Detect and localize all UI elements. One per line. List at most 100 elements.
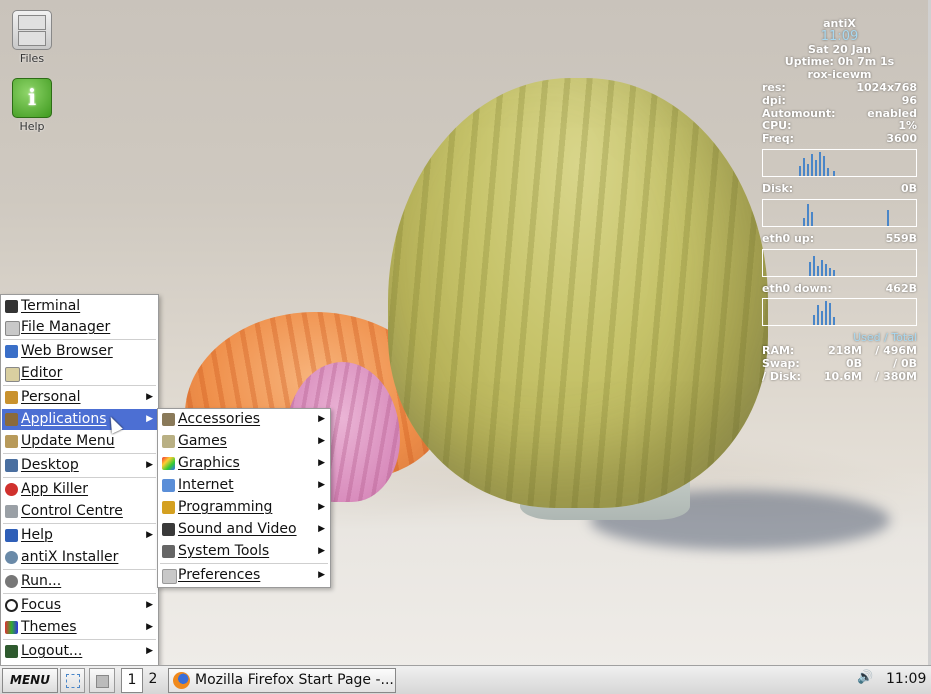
mem-key: Swap: (762, 356, 800, 370)
cpu-graph (762, 148, 917, 177)
desktop-icon-label: Files (19, 52, 45, 65)
menu-item-label: System Tools (178, 543, 270, 559)
submenu-arrow-icon: ▶ (146, 600, 153, 610)
menu-item-label: Internet (178, 477, 234, 493)
volume-icon[interactable]: 🔊 (857, 670, 873, 685)
submenu-arrow-icon: ▶ (318, 458, 325, 468)
menu-button[interactable]: MENU (2, 668, 58, 693)
workspace-1-button[interactable]: 1 (121, 668, 143, 693)
submenu-item-sound-and-video[interactable]: Sound and Video ▶ (159, 519, 329, 540)
preferences-icon (162, 569, 177, 584)
menu-separator (3, 593, 156, 594)
graph-bar (833, 170, 835, 176)
stat-value: 559B (885, 231, 917, 245)
menu-item-label: Personal (21, 389, 81, 405)
menu-item-editor[interactable]: Editor (2, 363, 157, 384)
taskbar-task-firefox[interactable]: Mozilla Firefox Start Page -... (168, 668, 396, 693)
task-title: Mozilla Firefox Start Page -... (195, 672, 394, 688)
menu-item-antix-installer[interactable]: antiX Installer (2, 547, 157, 568)
menu-item-file-manager[interactable]: File Manager (2, 317, 157, 338)
submenu-item-internet[interactable]: Internet ▶ (159, 475, 329, 496)
mem-used: 10.6M (823, 369, 862, 383)
menu-item-label: Run... (21, 573, 62, 589)
submenu-arrow-icon: ▶ (318, 570, 325, 580)
eth-up-graph (762, 248, 917, 277)
taskbar-clock[interactable]: 11:09 (886, 668, 926, 691)
graph-bar (825, 263, 827, 276)
menu-item-control-centre[interactable]: Control Centre (2, 501, 157, 522)
menu-separator (3, 523, 156, 524)
graph-bar (887, 209, 889, 226)
menu-item-update-menu[interactable]: Update Menu (2, 431, 157, 452)
mem-total: / 0B (893, 356, 917, 370)
menu-item-themes[interactable]: Themes ▶ (2, 617, 157, 638)
submenu-arrow-icon: ▶ (146, 622, 153, 632)
submenu-item-games[interactable]: Games ▶ (159, 431, 329, 452)
desktop-icon-files[interactable]: Files (6, 10, 58, 65)
editor-icon (5, 367, 20, 382)
conky-disk-row: Disk: 0B (762, 182, 917, 196)
system-tray: 🔊 11:09 (852, 668, 930, 691)
yellow-shell (388, 78, 768, 508)
graph-bar (813, 255, 815, 276)
graph-bar (811, 153, 813, 176)
window-list-button[interactable] (89, 668, 115, 693)
graph-bar (799, 165, 801, 176)
submenu-arrow-icon: ▶ (146, 646, 153, 656)
mem-used: 0B (845, 356, 862, 370)
graph-bar (803, 217, 805, 226)
firefox-icon (173, 672, 190, 689)
graph-bar (821, 259, 823, 276)
menu-separator (3, 453, 156, 454)
submenu-arrow-icon: ▶ (318, 524, 325, 534)
submenu-item-programming[interactable]: Programming ▶ (159, 497, 329, 518)
stat-value: 1024x768 (856, 80, 917, 94)
submenu-item-accessories[interactable]: Accessories ▶ (159, 409, 329, 430)
show-desktop-button[interactable] (60, 668, 85, 693)
menu-item-label: Desktop (21, 457, 79, 473)
menu-item-app-killer[interactable]: App Killer (2, 479, 157, 500)
personal-icon (5, 391, 18, 404)
menu-item-label: Web Browser (21, 343, 113, 359)
system-tools-icon (162, 545, 175, 558)
graph-bar (809, 261, 811, 276)
submenu-arrow-icon: ▶ (318, 414, 325, 424)
menu-item-terminal[interactable]: Terminal (2, 296, 157, 317)
graph-bar (823, 155, 825, 176)
submenu-item-graphics[interactable]: Graphics ▶ (159, 453, 329, 474)
menu-item-personal[interactable]: Personal ▶ (2, 387, 157, 408)
menu-item-help[interactable]: Help ▶ (2, 525, 157, 546)
menu-item-desktop[interactable]: Desktop ▶ (2, 455, 157, 476)
stat-key: eth0 down: (762, 281, 832, 295)
file-cabinet-icon (12, 10, 52, 50)
menu-item-focus[interactable]: Focus ▶ (2, 595, 157, 616)
desktop-icon-help[interactable]: i Help (6, 78, 58, 133)
menu-item-applications[interactable]: Applications ▶ (2, 409, 157, 430)
menu-item-label: Applications (21, 411, 107, 427)
workspace-2-button[interactable]: 2 (143, 668, 163, 691)
control-centre-icon (5, 505, 18, 518)
menu-item-label: Logout... (21, 643, 83, 659)
menu-item-label: Terminal (21, 298, 81, 314)
menu-item-logout[interactable]: Logout... ▶ (2, 641, 157, 662)
applications-submenu: Accessories ▶ Games ▶ Graphics ▶ Interne… (157, 408, 331, 588)
graphics-icon (162, 457, 175, 470)
games-icon (162, 435, 175, 448)
menu-item-label: Focus (21, 597, 61, 613)
graph-bar (829, 267, 831, 276)
mem-total: / 380M (875, 369, 917, 383)
conky-eth-up-row: eth0 up: 559B (762, 231, 917, 246)
themes-icon (5, 621, 18, 634)
accessories-icon (162, 413, 175, 426)
menu-separator (3, 385, 156, 386)
graph-bar (825, 301, 827, 326)
menu-item-run[interactable]: Run... (2, 571, 157, 592)
mem-row: / Disk: 10.6M / 380M (762, 369, 917, 384)
submenu-item-system-tools[interactable]: System Tools ▶ (159, 541, 329, 562)
menu-item-web-browser[interactable]: Web Browser (2, 341, 157, 362)
graph-bar (827, 167, 829, 176)
menu-item-label: Programming (178, 499, 273, 515)
start-menu: Terminal File Manager Web Browser Editor… (0, 294, 159, 667)
submenu-item-preferences[interactable]: Preferences ▶ (159, 565, 329, 586)
desktop-icon-label: Help (19, 120, 45, 133)
